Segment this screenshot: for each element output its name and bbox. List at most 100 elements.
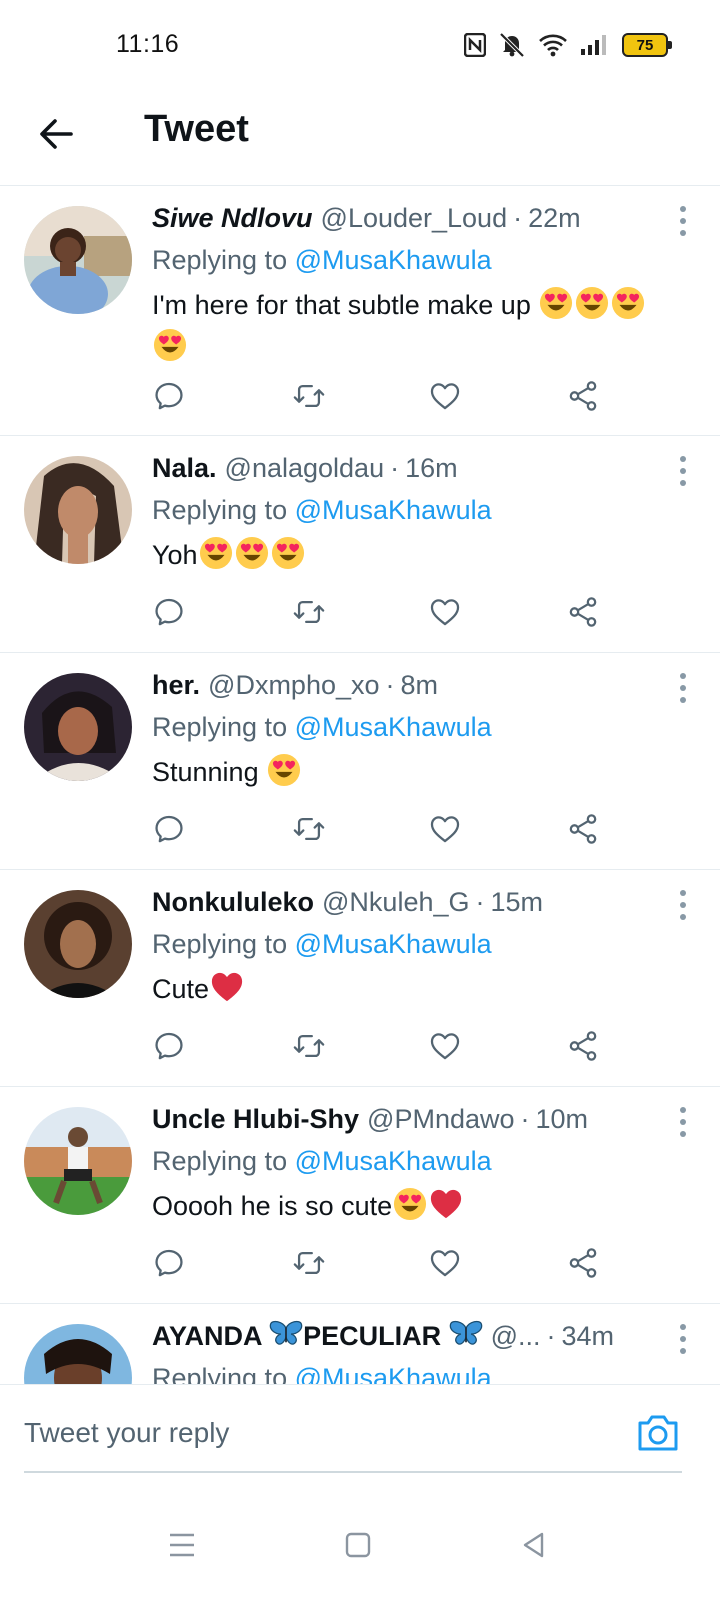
tweet-header: her. @Dxmpho_xo · 8m (152, 665, 696, 705)
share-button[interactable] (566, 592, 704, 632)
mention-link[interactable]: @MusaKhawula (295, 929, 492, 959)
heart-eyes-emoji-icon (611, 286, 645, 320)
reply-button[interactable] (152, 1026, 290, 1066)
status-icons: 75 (464, 30, 672, 60)
heart-icon (428, 1029, 462, 1063)
status-time: 11:16 (116, 30, 180, 58)
retweet-button[interactable] (290, 1026, 428, 1066)
more-options-button[interactable] (668, 204, 698, 238)
retweet-button[interactable] (290, 592, 428, 632)
tweet-text: Cute (152, 968, 696, 1010)
tweet-item[interactable]: Nonkululeko @Nkuleh_G · 15m Replying to … (0, 870, 720, 1087)
back-button[interactable] (34, 112, 78, 156)
like-button[interactable] (428, 1243, 566, 1283)
avatar[interactable] (24, 1107, 132, 1215)
app-header: Tweet (0, 92, 720, 186)
replying-label: Replying to (152, 245, 288, 275)
camera-icon (638, 1415, 678, 1451)
butterfly-emoji-icon (449, 1319, 483, 1349)
user-handle[interactable]: @Nkuleh_G (322, 882, 469, 922)
user-name[interactable]: Uncle Hlubi-Shy (152, 1099, 359, 1139)
more-options-button[interactable] (668, 671, 698, 705)
back-triangle-icon (523, 1532, 544, 1558)
tweet-item[interactable]: her. @Dxmpho_xo · 8m Replying to @MusaKh… (0, 653, 720, 870)
recents-button[interactable] (152, 1520, 212, 1570)
reply-button[interactable] (152, 1243, 290, 1283)
reply-button[interactable] (152, 592, 290, 632)
user-name[interactable]: her. (152, 665, 200, 705)
tweet-item[interactable]: Siwe Ndlovu @Louder_Loud · 22m Replying … (0, 186, 720, 436)
camera-button[interactable] (636, 1413, 680, 1453)
tweet-time: 15m (490, 887, 544, 917)
retweet-icon (290, 1029, 328, 1063)
user-name-part: PECULIAR (303, 1321, 442, 1351)
more-options-button[interactable] (668, 888, 698, 922)
user-handle[interactable]: @nalagoldau (225, 448, 385, 488)
tweet-item[interactable]: Nala. @nalagoldau · 16m Replying to @Mus… (0, 436, 720, 653)
tweet-actions (152, 376, 720, 416)
heart-eyes-emoji-icon (235, 536, 269, 570)
tweet-header: Nonkululeko @Nkuleh_G · 15m (152, 882, 696, 922)
tweet-actions (152, 1243, 720, 1283)
back-nav-button[interactable] (504, 1520, 564, 1570)
reply-icon (152, 379, 186, 413)
tweet-time: 16m (405, 453, 458, 483)
user-handle[interactable]: @... (491, 1316, 541, 1356)
reply-list[interactable]: Siwe Ndlovu @Louder_Loud · 22m Replying … (0, 186, 720, 1412)
tweet-text: Ooooh he is so cute (152, 1185, 696, 1227)
user-handle[interactable]: @Louder_Loud (321, 198, 508, 238)
tweet-body: Siwe Ndlovu @Louder_Loud · 22m Replying … (152, 198, 696, 368)
like-button[interactable] (428, 1026, 566, 1066)
wifi-icon (539, 34, 567, 57)
avatar[interactable] (24, 890, 132, 998)
heart-eyes-emoji-icon (271, 536, 305, 570)
share-button[interactable] (566, 809, 704, 849)
user-name[interactable]: Nonkululeko (152, 882, 314, 922)
user-handle[interactable]: @Dxmpho_xo (208, 665, 379, 705)
tweet-header: Uncle Hlubi-Shy @PMndawo · 10m (152, 1099, 696, 1139)
home-button[interactable] (328, 1520, 388, 1570)
retweet-button[interactable] (290, 809, 428, 849)
reply-underline (24, 1471, 682, 1473)
user-handle[interactable]: @PMndawo (367, 1099, 514, 1139)
page-title: Tweet (144, 108, 249, 150)
avatar[interactable] (24, 673, 132, 781)
retweet-button[interactable] (290, 376, 428, 416)
more-options-button[interactable] (668, 1105, 698, 1139)
share-button[interactable] (566, 376, 704, 416)
retweet-button[interactable] (290, 1243, 428, 1283)
share-button[interactable] (566, 1243, 704, 1283)
replying-label: Replying to (152, 712, 288, 742)
tweet-item[interactable]: Uncle Hlubi-Shy @PMndawo · 10m Replying … (0, 1087, 720, 1304)
menu-icon (170, 1533, 194, 1557)
mention-link[interactable]: @MusaKhawula (295, 1146, 492, 1176)
tweet-text-content: Cute (152, 974, 210, 1004)
retweet-icon (290, 595, 328, 629)
more-options-button[interactable] (668, 454, 698, 488)
avatar[interactable] (24, 206, 132, 314)
like-button[interactable] (428, 809, 566, 849)
share-icon (566, 379, 600, 413)
reply-icon (152, 1246, 186, 1280)
tweet-text-content: Yoh (152, 540, 198, 570)
like-button[interactable] (428, 592, 566, 632)
share-icon (566, 1029, 600, 1063)
user-name[interactable]: Siwe Ndlovu (152, 198, 313, 238)
like-button[interactable] (428, 376, 566, 416)
mention-link[interactable]: @MusaKhawula (295, 495, 492, 525)
separator-dot: · (513, 203, 523, 233)
user-name[interactable]: AYANDA PECULIAR (152, 1316, 483, 1356)
reply-button[interactable] (152, 809, 290, 849)
avatar[interactable] (24, 456, 132, 564)
user-name[interactable]: Nala. (152, 448, 217, 488)
more-options-button[interactable] (668, 1322, 698, 1356)
mention-link[interactable]: @MusaKhawula (295, 245, 492, 275)
tweet-text: Yoh (152, 534, 696, 576)
share-button[interactable] (566, 1026, 704, 1066)
reply-button[interactable] (152, 376, 290, 416)
reply-input[interactable] (24, 1405, 584, 1461)
status-bar: 11:16 75 (0, 0, 720, 92)
heart-eyes-emoji-icon (199, 536, 233, 570)
mention-link[interactable]: @MusaKhawula (295, 712, 492, 742)
replying-to: Replying to @MusaKhawula (152, 490, 696, 530)
